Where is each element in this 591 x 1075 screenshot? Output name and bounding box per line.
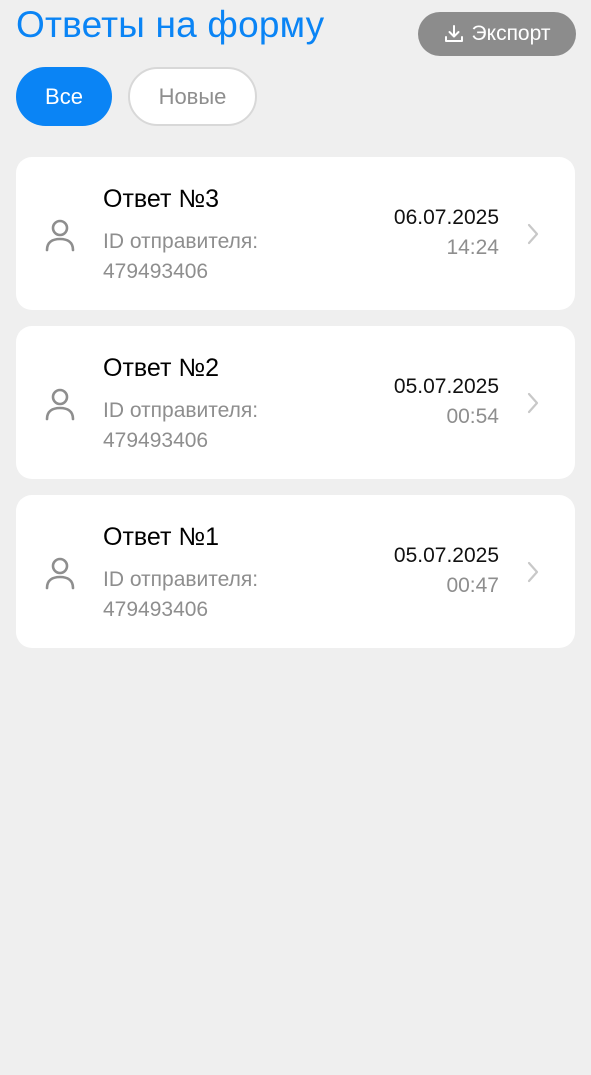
response-time: 14:24 [446, 236, 499, 259]
chevron-right-icon [527, 561, 539, 583]
user-icon [44, 218, 76, 252]
response-time: 00:54 [446, 405, 499, 428]
chevron-right-icon [527, 392, 539, 414]
response-card[interactable]: Ответ №1 ID отправителя: 479493406 05.07… [16, 495, 575, 648]
sender-info: ID отправителя: 479493406 [103, 396, 323, 456]
response-date: 05.07.2025 [393, 375, 499, 398]
sender-label: ID отправителя: [103, 399, 259, 422]
sender-id: 479493406 [103, 598, 209, 621]
page-title: Ответы на форму [16, 4, 325, 45]
user-icon [44, 556, 76, 590]
user-icon [44, 387, 76, 421]
chevron-right-icon [527, 223, 539, 245]
sender-label: ID отправителя: [103, 230, 259, 253]
response-date: 05.07.2025 [393, 544, 499, 567]
response-date: 06.07.2025 [393, 206, 499, 229]
response-title: Ответ №3 [103, 185, 220, 213]
export-button[interactable]: Экспорт [418, 12, 576, 56]
sender-id: 479493406 [103, 260, 209, 283]
filter-new-chip[interactable]: Новые [128, 67, 257, 126]
responses-list: Ответ №3 ID отправителя: 479493406 06.07… [16, 157, 575, 664]
download-icon [444, 24, 464, 44]
response-card[interactable]: Ответ №3 ID отправителя: 479493406 06.07… [16, 157, 575, 310]
form-responses-screen: Ответы на форму Экспорт Все Новые Ответ … [0, 0, 591, 1075]
response-title: Ответ №2 [103, 354, 220, 382]
response-time: 00:47 [446, 574, 499, 597]
response-title: Ответ №1 [103, 523, 220, 551]
filter-tabs: Все Новые [16, 67, 257, 126]
export-label: Экспорт [471, 22, 551, 45]
filter-all-chip[interactable]: Все [16, 67, 112, 126]
sender-id: 479493406 [103, 429, 209, 452]
response-card[interactable]: Ответ №2 ID отправителя: 479493406 05.07… [16, 326, 575, 479]
sender-label: ID отправителя: [103, 568, 259, 591]
sender-info: ID отправителя: 479493406 [103, 227, 323, 287]
sender-info: ID отправителя: 479493406 [103, 565, 323, 625]
